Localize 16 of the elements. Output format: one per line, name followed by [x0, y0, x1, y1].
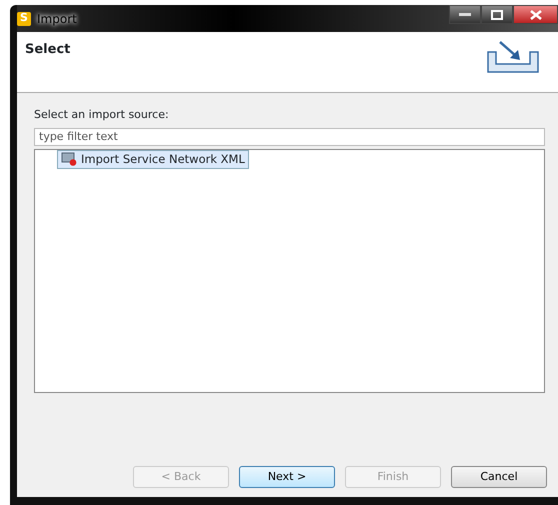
close-button[interactable] — [513, 5, 558, 24]
close-icon — [530, 10, 542, 20]
wizard-button[interactable]: Cancel — [451, 466, 547, 488]
import-tray-icon — [486, 40, 540, 74]
wizard-button[interactable]: Next > — [239, 466, 335, 488]
app-icon: S — [17, 12, 31, 26]
network-xml-icon — [61, 152, 77, 166]
window-title: Import — [37, 10, 77, 28]
minimize-icon — [459, 12, 471, 16]
minimize-button[interactable] — [449, 5, 481, 24]
maximize-icon — [491, 10, 503, 20]
maximize-button[interactable] — [481, 5, 513, 24]
tree-item[interactable]: Import Service Network XML — [57, 150, 249, 169]
page-title: Select — [25, 41, 70, 59]
filter-field[interactable]: type filter text — [34, 128, 545, 146]
source-label: Select an import source: — [34, 107, 170, 123]
